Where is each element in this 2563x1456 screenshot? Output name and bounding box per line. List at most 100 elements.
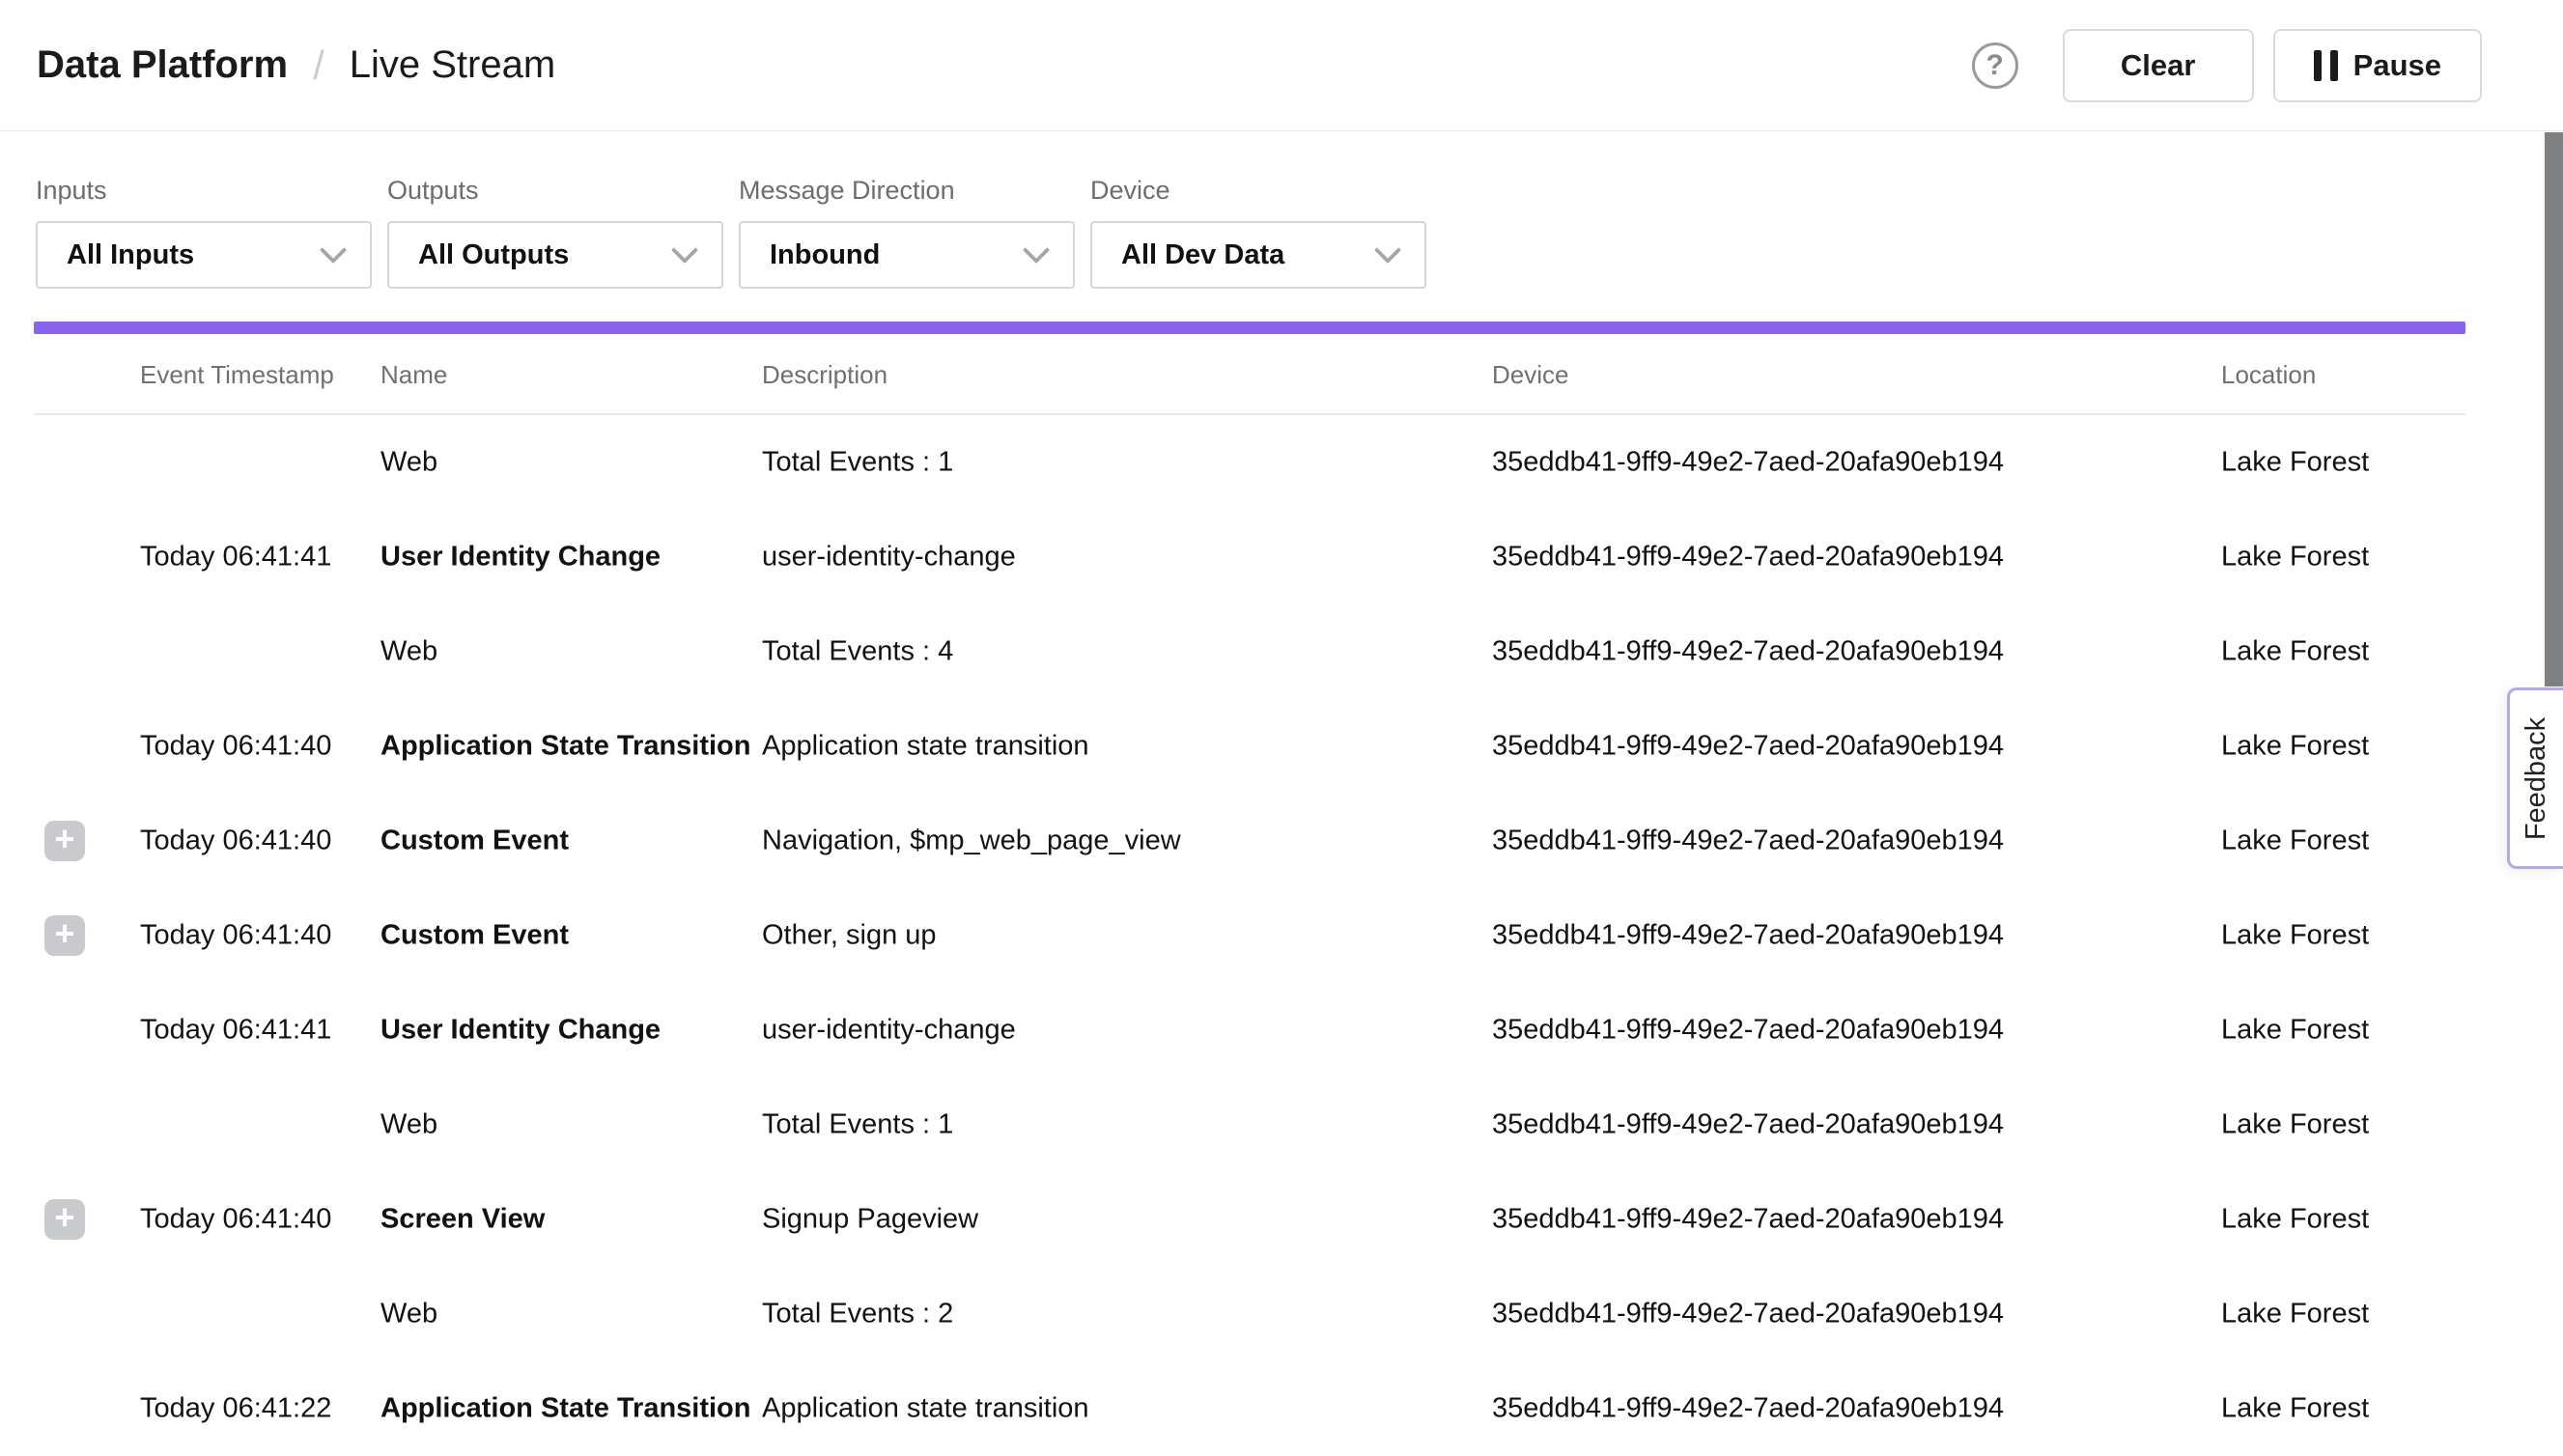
- table-row[interactable]: Today 06:41:40 Application State Transit…: [0, 699, 2563, 794]
- inputs-dropdown-value: All Inputs: [67, 239, 194, 271]
- filter-device-label: Device: [1090, 176, 1426, 206]
- event-device-cell: 35eddb41-9ff9-49e2-7aed-20afa90eb194: [1492, 826, 2004, 857]
- event-location-cell: Lake Forest: [2221, 447, 2369, 479]
- event-device-cell: 35eddb41-9ff9-49e2-7aed-20afa90eb194: [1492, 1299, 2004, 1330]
- table-row[interactable]: Web Total Events : 2 35eddb41-9ff9-49e2-…: [0, 1267, 2563, 1361]
- filter-inputs: Inputs All Inputs: [36, 176, 372, 289]
- help-icon[interactable]: ?: [1972, 42, 2018, 89]
- event-name-cell: Custom Event: [380, 826, 569, 857]
- breadcrumb-separator: /: [313, 42, 324, 89]
- inputs-dropdown[interactable]: All Inputs: [36, 221, 372, 289]
- plus-icon: +: [54, 1200, 74, 1235]
- pause-button[interactable]: Pause: [2273, 29, 2482, 102]
- table-header: Event Timestamp Name Description Device …: [34, 334, 2465, 415]
- filter-message-direction-label: Message Direction: [739, 176, 1075, 206]
- pause-button-label: Pause: [2353, 48, 2441, 83]
- expand-row-button[interactable]: +: [44, 915, 85, 956]
- event-device-cell: 35eddb41-9ff9-49e2-7aed-20afa90eb194: [1492, 1109, 2004, 1141]
- table-body: Web Total Events : 1 35eddb41-9ff9-49e2-…: [0, 415, 2563, 1456]
- column-header-device: Device: [1492, 360, 1568, 390]
- event-description-cell: Total Events : 1: [762, 1109, 953, 1141]
- event-name-cell: Screen View: [380, 1204, 545, 1236]
- filter-bar: Inputs All Inputs Outputs All Outputs Me…: [0, 131, 2563, 289]
- filter-device: Device All Dev Data: [1090, 176, 1426, 289]
- table-row[interactable]: Today 06:41:41 User Identity Change user…: [0, 983, 2563, 1078]
- event-description-cell: user-identity-change: [762, 542, 1016, 574]
- chevron-down-icon: [320, 237, 347, 264]
- live-stream-page: Data Platform / Live Stream ? Clear Paus…: [0, 0, 2563, 1435]
- event-timestamp-cell: Today 06:41:40: [140, 920, 331, 952]
- scrollbar-thumb[interactable]: [2545, 132, 2563, 686]
- table-row[interactable]: Today 06:41:22 Application State Transit…: [0, 1361, 2563, 1456]
- device-dropdown[interactable]: All Dev Data: [1090, 221, 1426, 289]
- event-location-cell: Lake Forest: [2221, 1109, 2369, 1141]
- breadcrumb-section[interactable]: Data Platform: [37, 43, 288, 87]
- table-row[interactable]: Today 06:41:41 User Identity Change user…: [0, 510, 2563, 604]
- table-row[interactable]: + Today 06:41:40 Custom Event Navigation…: [0, 794, 2563, 888]
- filter-inputs-label: Inputs: [36, 176, 372, 206]
- event-location-cell: Lake Forest: [2221, 1015, 2369, 1047]
- event-name-cell: Custom Event: [380, 920, 569, 952]
- table-row[interactable]: + Today 06:41:40 Custom Event Other, sig…: [0, 888, 2563, 983]
- event-description-cell: Other, sign up: [762, 920, 937, 952]
- event-location-cell: Lake Forest: [2221, 542, 2369, 574]
- message-direction-dropdown[interactable]: Inbound: [739, 221, 1075, 289]
- event-name-cell: Web: [380, 447, 437, 479]
- column-header-location: Location: [2221, 360, 2316, 390]
- column-header-event-timestamp: Event Timestamp: [140, 360, 334, 390]
- event-description-cell: Application state transition: [762, 731, 1089, 763]
- page-header: Data Platform / Live Stream ? Clear Paus…: [0, 0, 2563, 131]
- outputs-dropdown[interactable]: All Outputs: [387, 221, 723, 289]
- event-name-cell: User Identity Change: [380, 1015, 661, 1047]
- table-row[interactable]: Web Total Events : 1 35eddb41-9ff9-49e2-…: [0, 415, 2563, 510]
- table-row[interactable]: + Today 06:41:40 Screen View Signup Page…: [0, 1172, 2563, 1267]
- event-name-cell: User Identity Change: [380, 542, 661, 574]
- stream-progress-bar: [34, 322, 2465, 334]
- events-table: Event Timestamp Name Description Device …: [0, 334, 2563, 1456]
- column-header-name: Name: [380, 360, 447, 390]
- clear-button[interactable]: Clear: [2063, 29, 2254, 102]
- chevron-down-icon: [671, 237, 698, 264]
- expand-row-button[interactable]: +: [44, 821, 85, 861]
- event-name-cell: Web: [380, 636, 437, 668]
- event-timestamp-cell: Today 06:41:40: [140, 731, 331, 763]
- event-location-cell: Lake Forest: [2221, 1299, 2369, 1330]
- table-row[interactable]: Web Total Events : 4 35eddb41-9ff9-49e2-…: [0, 604, 2563, 699]
- event-name-cell: Application State Transition: [380, 1393, 751, 1425]
- event-name-cell: Web: [380, 1299, 437, 1330]
- event-description-cell: Navigation, $mp_web_page_view: [762, 826, 1181, 857]
- filter-outputs: Outputs All Outputs: [387, 176, 723, 289]
- table-row[interactable]: Web Total Events : 1 35eddb41-9ff9-49e2-…: [0, 1078, 2563, 1172]
- event-device-cell: 35eddb41-9ff9-49e2-7aed-20afa90eb194: [1492, 920, 2004, 952]
- column-header-description: Description: [762, 360, 887, 390]
- event-location-cell: Lake Forest: [2221, 920, 2369, 952]
- event-location-cell: Lake Forest: [2221, 731, 2369, 763]
- event-timestamp-cell: Today 06:41:22: [140, 1393, 331, 1425]
- pause-icon: [2314, 50, 2338, 81]
- event-timestamp-cell: Today 06:41:41: [140, 1015, 331, 1047]
- feedback-tab-label: Feedback: [2521, 716, 2552, 839]
- chevron-down-icon: [1023, 237, 1050, 264]
- event-device-cell: 35eddb41-9ff9-49e2-7aed-20afa90eb194: [1492, 542, 2004, 574]
- breadcrumb: Data Platform / Live Stream: [37, 42, 555, 89]
- event-name-cell: Application State Transition: [380, 731, 751, 763]
- event-device-cell: 35eddb41-9ff9-49e2-7aed-20afa90eb194: [1492, 447, 2004, 479]
- header-actions: ? Clear Pause: [1972, 29, 2482, 102]
- event-location-cell: Lake Forest: [2221, 636, 2369, 668]
- expand-row-button[interactable]: +: [44, 1199, 85, 1240]
- feedback-tab[interactable]: Feedback: [2507, 687, 2563, 869]
- event-timestamp-cell: Today 06:41:41: [140, 542, 331, 574]
- event-device-cell: 35eddb41-9ff9-49e2-7aed-20afa90eb194: [1492, 636, 2004, 668]
- event-timestamp-cell: Today 06:41:40: [140, 1204, 331, 1236]
- filter-message-direction: Message Direction Inbound: [739, 176, 1075, 289]
- page-title: Live Stream: [350, 43, 555, 87]
- event-location-cell: Lake Forest: [2221, 826, 2369, 857]
- outputs-dropdown-value: All Outputs: [418, 239, 569, 271]
- event-description-cell: Total Events : 4: [762, 636, 953, 668]
- filter-outputs-label: Outputs: [387, 176, 723, 206]
- event-timestamp-cell: Today 06:41:40: [140, 826, 331, 857]
- event-description-cell: Signup Pageview: [762, 1204, 978, 1236]
- event-description-cell: Total Events : 1: [762, 447, 953, 479]
- event-device-cell: 35eddb41-9ff9-49e2-7aed-20afa90eb194: [1492, 1393, 2004, 1425]
- plus-icon: +: [54, 916, 74, 951]
